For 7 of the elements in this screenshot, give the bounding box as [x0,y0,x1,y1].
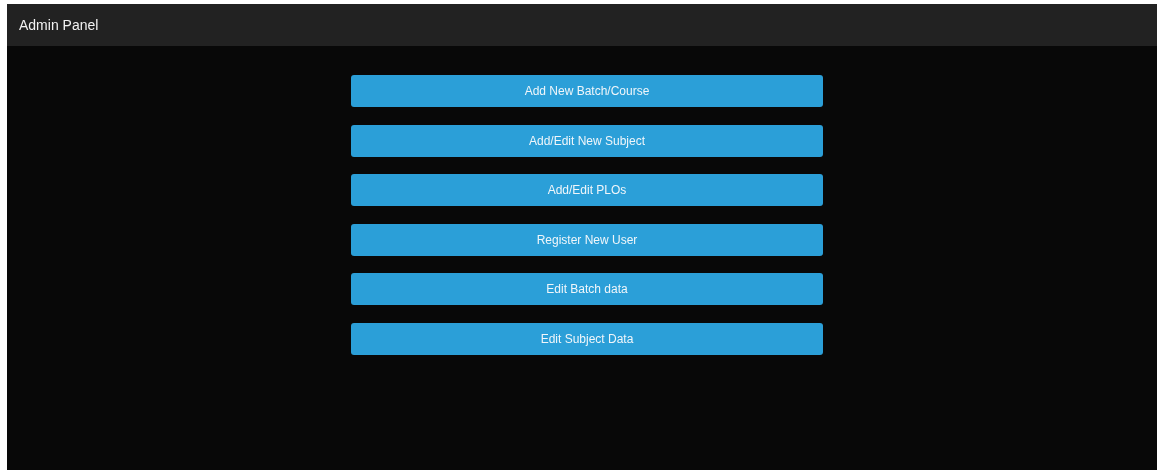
menu-button[interactable]: Register New User [351,223,823,256]
header-title: Admin Panel [19,17,99,33]
menu-button[interactable]: Add New Batch/Course [351,75,823,107]
menu-button[interactable]: Edit Batch data [351,273,823,305]
menu-button[interactable]: Add/Edit New Subject [351,124,823,157]
menu-button[interactable]: Add/Edit PLOs [351,174,823,206]
menu-button[interactable]: Edit Subject Data [351,322,823,355]
